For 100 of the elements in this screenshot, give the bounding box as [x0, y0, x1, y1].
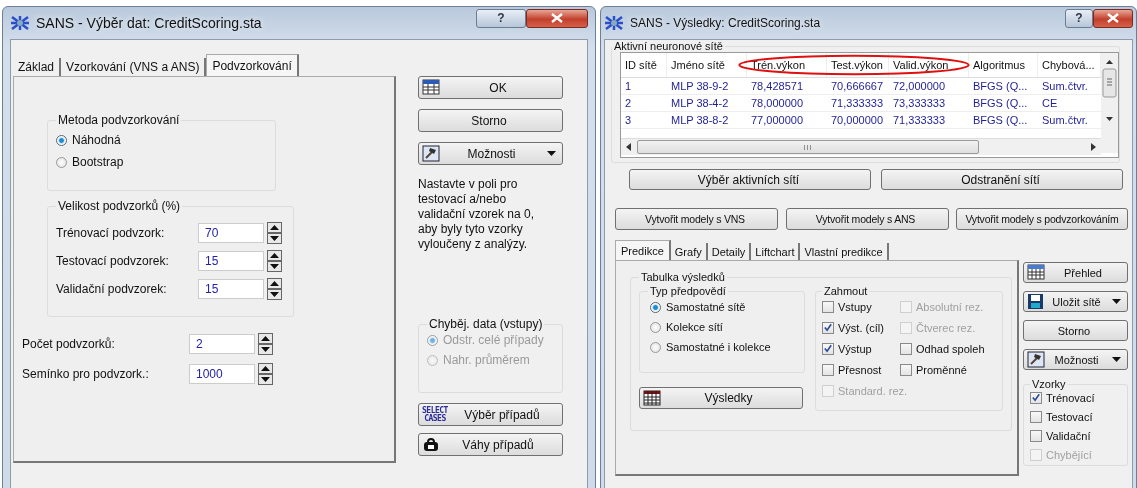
cancel-button[interactable]: Storno — [418, 109, 563, 132]
number-field[interactable]: 15 — [198, 251, 264, 271]
table-cell-text: BFGS (Q... — [972, 113, 1029, 128]
radio-button[interactable] — [650, 321, 661, 333]
checkbox-label[interactable]: Odhad spoleh — [916, 342, 985, 355]
checkbox-label[interactable]: Trénovací — [1046, 391, 1095, 404]
column-header[interactable]: Jméno sítě — [667, 53, 747, 77]
case-weights-button[interactable]: Váhy případů — [418, 433, 563, 456]
table-cell-text: 70,000000 — [830, 113, 884, 128]
help-button[interactable]: ? — [1065, 8, 1093, 28]
checkbox-label[interactable]: Výst. (cíl) — [838, 321, 884, 334]
checkbox[interactable] — [900, 342, 912, 355]
hammer-icon — [1027, 351, 1045, 368]
checkbox[interactable] — [1030, 429, 1042, 442]
radio-button[interactable] — [56, 156, 67, 168]
action-button[interactable]: Výběr aktivních sítí — [629, 169, 871, 190]
table-cell-text: 2 — [624, 96, 633, 111]
table-cell-text: 71,333333 — [830, 96, 884, 111]
spin-button[interactable] — [267, 222, 282, 244]
window-title: SANS - Výběr dat: CreditScoring.sta — [36, 15, 262, 31]
table-cell-text: MLP 38-8-2 — [670, 113, 730, 128]
checkbox-label[interactable]: Vstupy — [838, 300, 872, 313]
number-field[interactable]: 1000 — [189, 364, 255, 384]
checkbox-label[interactable]: Validační — [1046, 429, 1091, 442]
radio-button[interactable] — [650, 301, 661, 313]
group-title: Aktivní neuronové sítě — [613, 40, 724, 52]
radio-label[interactable]: Kolekce sítí — [666, 321, 723, 333]
action-button[interactable]: Vytvořit modely s VNS — [615, 208, 778, 230]
column-header[interactable]: Algoritmus — [969, 53, 1038, 77]
checkbox-label[interactable]: Proměnné — [916, 363, 967, 376]
options-button[interactable]: Možnosti — [1023, 349, 1128, 370]
column-header[interactable]: Trén.výkon — [747, 53, 827, 77]
spin-button[interactable] — [267, 278, 282, 300]
tab[interactable]: Predikce — [615, 240, 671, 260]
radio-label[interactable]: Samostatné i kolekce — [666, 341, 771, 353]
checkbox[interactable] — [822, 300, 834, 313]
action-button[interactable]: Vytvořit modely s podvzorkováním — [956, 208, 1128, 230]
column-header[interactable]: Test.výkon — [827, 53, 889, 77]
table-cell-text: CE — [1041, 96, 1059, 111]
checkbox-label[interactable]: Testovací — [1046, 410, 1093, 423]
spin-button[interactable] — [258, 333, 273, 355]
group-title: Metoda podvzorkování — [57, 113, 181, 127]
table-cell-text: 78,428571 — [750, 79, 804, 94]
table-icon — [422, 79, 440, 96]
close-icon — [1107, 13, 1119, 23]
table-cell-text: MLP 38-9-2 — [670, 79, 730, 94]
number-field[interactable]: 70 — [198, 223, 264, 243]
table-cell-text: 71,333333 — [892, 113, 946, 128]
table-icon — [1027, 264, 1045, 281]
options-button[interactable]: Možnosti — [418, 142, 563, 165]
table-cell-text: BFGS (Q... — [972, 79, 1029, 94]
close-button[interactable] — [1093, 8, 1133, 28]
group-title: Zahmout — [823, 285, 869, 297]
column-header[interactable]: Valid.výkon — [889, 53, 969, 77]
close-button[interactable] — [526, 8, 588, 28]
radio-button[interactable] — [56, 134, 67, 146]
action-button[interactable]: Vytvořit modely s ANS — [785, 208, 949, 230]
field-label: Validační podvzorek: — [56, 282, 168, 296]
checkbox[interactable] — [1030, 410, 1042, 423]
number-field[interactable]: 2 — [189, 334, 255, 354]
radio-label[interactable]: Náhodná — [72, 133, 121, 147]
save-button[interactable]: Uložit sítě — [1023, 291, 1128, 312]
table-cell-text: 78,000000 — [750, 96, 804, 111]
checkbox[interactable] — [900, 363, 912, 376]
table-cell-text: 77,000000 — [750, 113, 804, 128]
hint-text: Nastavte v poli pro testovací a/nebo validační vzorek na 0, aby byly tyto vzorky vyloučeny z analýzy. — [418, 177, 536, 253]
hammer-icon — [422, 145, 440, 162]
ok-button[interactable]: OK — [418, 76, 563, 99]
checkmark-icon — [823, 343, 833, 354]
checkbox[interactable] — [822, 363, 834, 376]
table-cell-text: MLP 38-4-2 — [670, 96, 730, 111]
radio-button[interactable] — [650, 341, 661, 353]
action-button[interactable]: Odstranění sítí — [881, 169, 1123, 190]
results-button[interactable]: Výsledky — [639, 387, 803, 409]
table-cell-text: 72,000000 — [892, 79, 946, 94]
vertical-scrollbar[interactable] — [1101, 53, 1118, 153]
window-title: SANS - Výsledky: CreditScoring.sta — [630, 16, 821, 30]
field-label: Testovací podvzorek: — [56, 254, 170, 268]
spin-button[interactable] — [258, 363, 273, 385]
checkbox[interactable] — [822, 321, 834, 334]
checkbox-label[interactable]: Výstup — [838, 342, 872, 355]
table-cell-text: 73,333333 — [892, 96, 946, 111]
group-title: Typ předpovědí — [649, 285, 727, 297]
select-cases-button[interactable]: SELECT CASES Výběr případů — [418, 403, 563, 426]
radio-label[interactable]: Bootstrap — [72, 155, 124, 169]
checkbox[interactable] — [822, 342, 834, 355]
radio-label[interactable]: Samostatné sítě — [666, 301, 746, 313]
tab[interactable]: Podvzorkování — [206, 54, 299, 76]
checkbox[interactable] — [1030, 391, 1042, 404]
column-header[interactable]: ID sítě — [621, 53, 667, 77]
number-field[interactable]: 15 — [198, 279, 264, 299]
table-cell-text: 70,666667 — [830, 79, 884, 94]
app-logo-icon — [10, 15, 30, 31]
checkbox-label[interactable]: Přesnost — [838, 363, 882, 376]
field-label: Počet podvzorků: — [22, 337, 116, 351]
table-cell-text: Sum.čtvr. — [1041, 113, 1089, 128]
cancel-button[interactable]: Storno — [1023, 320, 1128, 341]
help-button[interactable]: ? — [476, 8, 526, 28]
spin-button[interactable] — [267, 250, 282, 272]
summary-button[interactable]: Přehled — [1023, 262, 1128, 283]
